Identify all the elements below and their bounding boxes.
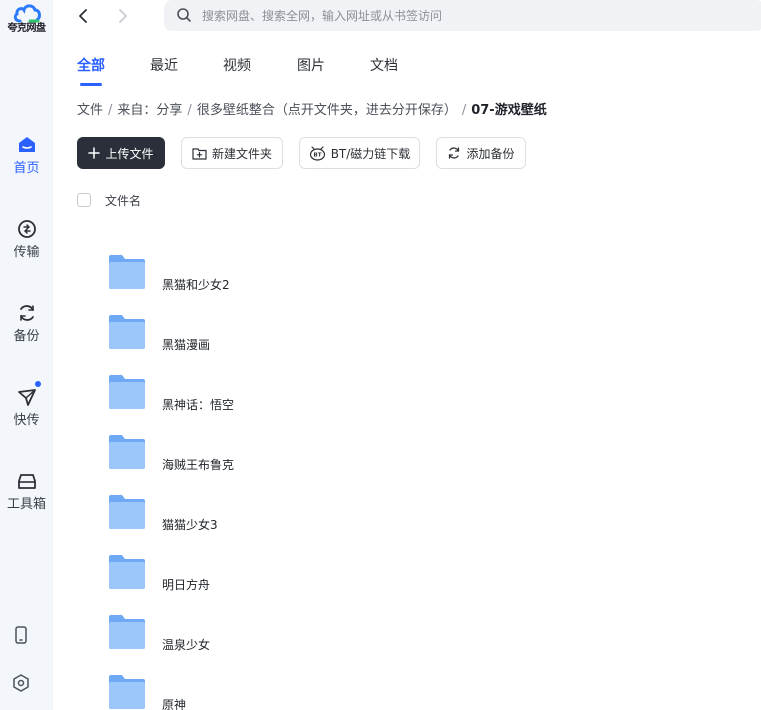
sidebar-item-quick-send[interactable]: 快传 (0, 381, 53, 429)
file-row[interactable]: 原神 (53, 675, 761, 710)
search-icon (177, 8, 191, 22)
settings-hex-icon[interactable] (10, 672, 32, 694)
folder-plus-icon (192, 147, 207, 160)
svg-text:BT: BT (313, 152, 321, 158)
sidebar-item-label: 备份 (13, 329, 40, 344)
file-row[interactable]: 黑神话：悟空 (53, 375, 761, 435)
file-name: 黑神话：悟空 (162, 398, 235, 412)
file-row[interactable]: 海贼王布鲁克 (53, 435, 761, 495)
sidebar-item-home[interactable]: 首页 (0, 134, 53, 177)
file-name: 猫猫少女3 (162, 518, 218, 532)
sidebar-item-backup[interactable]: 备份 (0, 302, 53, 345)
sidebar-item-label: 快传 (13, 413, 40, 428)
active-tab-indicator (80, 83, 102, 86)
folder-icon (109, 255, 145, 289)
sidebar-item-label: 工具箱 (6, 497, 46, 512)
breadcrumb-separator: / (108, 103, 113, 118)
add-backup-label: 添加备份 (466, 146, 515, 161)
file-row[interactable]: 明日方舟 (53, 555, 761, 615)
file-name: 温泉少女 (162, 638, 211, 652)
transfer-icon (17, 220, 36, 238)
phone-icon[interactable] (10, 624, 32, 646)
breadcrumb-item[interactable]: 来自：分享 (117, 103, 182, 118)
folder-icon (109, 375, 145, 409)
file-name: 黑猫漫画 (162, 338, 211, 352)
tab-video[interactable]: 视频 (223, 56, 251, 76)
file-name: 原神 (162, 698, 187, 710)
toolbox-icon (17, 474, 36, 489)
tab-document[interactable]: 文档 (370, 56, 398, 76)
breadcrumb: 文件 / 来自：分享 / 很多壁纸整合（点开文件夹，进去分开保存） / 07-游戏壁纸 (77, 101, 547, 121)
file-list-header: 文件名 (77, 190, 761, 212)
back-button[interactable] (71, 4, 95, 28)
chevron-right-icon (119, 9, 127, 23)
file-row[interactable]: 猫猫少女3 (53, 495, 761, 555)
search-bar (164, 0, 761, 31)
sidebar-item-transfer[interactable]: 传输 (0, 218, 53, 261)
bt-magnet-download-button[interactable]: BT BT/磁力链下载 (299, 137, 420, 169)
file-row[interactable] (53, 212, 761, 228)
folder-icon (109, 435, 145, 469)
tab-image[interactable]: 图片 (297, 56, 325, 76)
breadcrumb-separator: / (187, 103, 192, 118)
file-list: 黑猫和少女2 黑猫漫画 黑神话：悟空 海贼王布鲁克 猫猫少女3 明日方舟 温泉少… (53, 212, 761, 710)
file-name: 明日方舟 (162, 578, 211, 592)
bt-magnet-icon: BT (309, 145, 325, 161)
upload-file-button[interactable]: 上传文件 (77, 137, 165, 169)
tab-recent[interactable]: 最近 (150, 56, 178, 76)
home-icon (18, 137, 35, 152)
folder-icon (109, 495, 145, 529)
app-logo[interactable]: 夸克网盘 (0, 0, 53, 44)
chevron-left-icon (79, 9, 87, 23)
upload-label: 上传文件 (105, 146, 154, 161)
breadcrumb-current: 07-游戏壁纸 (471, 103, 547, 118)
sync-icon (449, 147, 460, 159)
file-row[interactable]: 温泉少女 (53, 615, 761, 675)
breadcrumb-separator: / (461, 103, 467, 118)
file-name: 黑猫和少女2 (162, 278, 230, 292)
backup-icon (19, 305, 34, 321)
logo-text: 夸克网盘 (7, 23, 47, 34)
notification-dot (35, 381, 41, 387)
folder-icon (109, 555, 145, 589)
new-folder-button[interactable]: 新建文件夹 (181, 137, 283, 169)
file-name: 海贼王布鲁克 (162, 458, 235, 472)
breadcrumb-item[interactable]: 很多壁纸整合（点开文件夹，进去分开保存） (197, 103, 457, 118)
select-all-checkbox[interactable] (77, 193, 91, 207)
top-bar (53, 0, 761, 32)
bt-download-label: BT/磁力链下载 (330, 146, 411, 161)
folder-icon (109, 315, 145, 349)
file-row[interactable]: 黑猫漫画 (53, 315, 761, 375)
quick-send-icon (17, 389, 36, 406)
sidebar-item-label: 首页 (13, 161, 40, 176)
sidebar: 夸克网盘 首页 传输 备份 快传 工具箱 (0, 0, 53, 710)
search-input[interactable] (202, 0, 742, 31)
file-row[interactable]: 黑猫和少女2 (53, 255, 761, 315)
column-header-filename[interactable]: 文件名 (105, 193, 141, 209)
sidebar-item-label: 传输 (13, 245, 40, 260)
plus-icon (88, 147, 101, 159)
forward-button[interactable] (111, 4, 135, 28)
new-folder-label: 新建文件夹 (211, 146, 272, 161)
breadcrumb-item[interactable]: 文件 (77, 103, 103, 118)
add-backup-button[interactable]: 添加备份 (436, 137, 526, 169)
folder-icon (109, 675, 145, 709)
cloud-logo-icon (13, 4, 41, 23)
sidebar-item-toolbox[interactable]: 工具箱 (0, 470, 53, 513)
folder-icon (109, 615, 145, 649)
tab-all[interactable]: 全部 (77, 56, 105, 76)
